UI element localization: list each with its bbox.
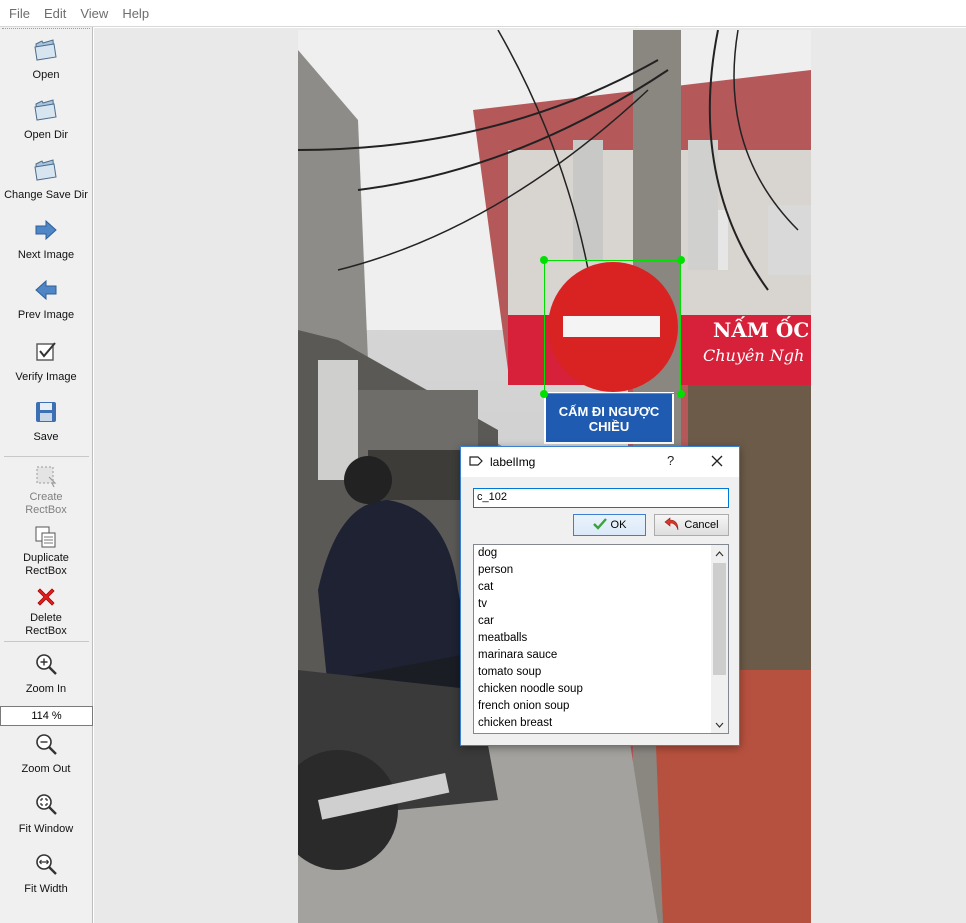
toolbar-separator: [4, 456, 89, 457]
zoom-out-label: Zoom Out: [21, 763, 71, 775]
dialog-title: labelImg: [490, 455, 536, 469]
list-item[interactable]: dog: [474, 545, 728, 562]
open-label: Open: [32, 69, 60, 81]
label-dialog: labelImg ? c_102 OK Cancel dog person ca…: [460, 446, 740, 746]
bbox-handle[interactable]: [677, 390, 685, 398]
menu-help[interactable]: Help: [115, 6, 156, 21]
list-item[interactable]: tomato soup: [474, 664, 728, 681]
bbox-handle[interactable]: [677, 256, 685, 264]
list-scrollbar[interactable]: [711, 545, 728, 733]
open-dir-button[interactable]: Open Dir: [0, 97, 92, 142]
list-item[interactable]: marinara sauce: [474, 647, 728, 664]
change-save-dir-label: Change Save Dir: [4, 189, 88, 201]
fit-width-button[interactable]: Fit Width: [0, 851, 92, 896]
verify-image-button[interactable]: Verify Image: [0, 339, 92, 384]
zoom-level-field[interactable]: 114 %: [0, 706, 93, 726]
save-label: Save: [33, 431, 59, 443]
cancel-label: Cancel: [684, 519, 719, 531]
menu-edit[interactable]: Edit: [37, 6, 73, 21]
open-button[interactable]: Open: [0, 37, 92, 82]
toolbar-grip[interactable]: [2, 28, 90, 31]
create-rectbox-label-2: RectBox: [25, 504, 67, 516]
red-x-icon: [33, 584, 59, 610]
duplicate-icon: [33, 524, 59, 550]
list-item[interactable]: tv: [474, 596, 728, 613]
list-item[interactable]: person: [474, 562, 728, 579]
close-icon[interactable]: [709, 453, 725, 469]
shop-sub-text: Chuyên Ngh: [703, 346, 805, 365]
next-image-label: Next Image: [17, 249, 75, 261]
prev-image-button[interactable]: Prev Image: [0, 277, 92, 322]
verify-image-label: Verify Image: [15, 371, 77, 383]
zoom-out-button[interactable]: Zoom Out: [0, 731, 92, 776]
help-button[interactable]: ?: [667, 453, 674, 468]
zoom-out-icon: [33, 731, 59, 757]
fit-window-button[interactable]: Fit Window: [0, 791, 92, 836]
folder-open-icon: [33, 37, 59, 63]
create-rectbox-button[interactable]: Create RectBox: [0, 463, 92, 517]
chevron-up-icon[interactable]: [711, 545, 728, 562]
menu-bar: File Edit View Help: [0, 0, 966, 27]
list-item[interactable]: cat: [474, 579, 728, 596]
list-item[interactable]: french onion soup: [474, 698, 728, 715]
floppy-disk-icon: [33, 399, 59, 425]
list-item[interactable]: chicken breast: [474, 715, 728, 732]
fit-window-label: Fit Window: [18, 823, 74, 835]
delete-rectbox-button[interactable]: Delete RectBox: [0, 584, 92, 638]
save-button[interactable]: Save: [0, 399, 92, 444]
checkbox-icon: [33, 339, 59, 365]
folder-open-icon: [33, 97, 59, 123]
zoom-in-label: Zoom In: [25, 683, 67, 695]
fit-width-label: Fit Width: [24, 883, 68, 895]
fit-window-icon: [33, 791, 59, 817]
zoom-in-button[interactable]: Zoom In: [0, 651, 92, 696]
label-list: dog person cat tv car meatballs marinara…: [473, 544, 729, 734]
menu-file[interactable]: File: [2, 6, 37, 21]
cancel-button[interactable]: Cancel: [654, 514, 729, 536]
change-save-dir-button[interactable]: Change Save Dir: [0, 157, 92, 202]
bounding-box[interactable]: [544, 260, 681, 394]
menu-view[interactable]: View: [73, 6, 115, 21]
duplicate-rectbox-button[interactable]: Duplicate RectBox: [0, 524, 92, 578]
list-item[interactable]: meatballs: [474, 630, 728, 647]
undo-arrow-icon: [664, 516, 680, 534]
prev-image-label: Prev Image: [17, 309, 75, 321]
arrow-left-icon: [33, 277, 59, 303]
checkmark-icon: [592, 517, 607, 533]
bbox-handle[interactable]: [540, 256, 548, 264]
duplicate-rectbox-label-2: RectBox: [25, 565, 67, 577]
arrow-right-icon: [33, 217, 59, 243]
shop-sign-text: NẤM ỐC: [713, 318, 810, 342]
label-input[interactable]: c_102: [473, 488, 729, 508]
ok-button[interactable]: OK: [573, 514, 646, 536]
open-dir-label: Open Dir: [23, 129, 69, 141]
blue-sign-text: CẤM ĐI NGƯỢC CHIỀU: [558, 404, 660, 434]
dialog-titlebar[interactable]: labelImg ?: [461, 447, 739, 477]
create-rectbox-icon: [33, 463, 59, 489]
delete-rectbox-label-1: Delete: [30, 612, 62, 624]
toolbar-separator: [4, 641, 89, 642]
duplicate-rectbox-label-1: Duplicate: [23, 552, 69, 564]
zoom-in-icon: [33, 651, 59, 677]
list-item[interactable]: car: [474, 613, 728, 630]
fit-width-icon: [33, 851, 59, 877]
bbox-handle[interactable]: [540, 390, 548, 398]
scrollbar-thumb[interactable]: [713, 563, 726, 675]
folder-open-icon: [33, 157, 59, 183]
label-tag-icon: [469, 455, 483, 470]
ok-label: OK: [610, 519, 627, 531]
list-item[interactable]: chicken noodle soup: [474, 681, 728, 698]
next-image-button[interactable]: Next Image: [0, 217, 92, 262]
delete-rectbox-label-2: RectBox: [25, 625, 67, 637]
chevron-down-icon[interactable]: [711, 716, 728, 733]
left-toolbar: Open Open Dir Change Save Dir Next Image…: [0, 27, 93, 923]
create-rectbox-label-1: Create: [29, 491, 63, 503]
